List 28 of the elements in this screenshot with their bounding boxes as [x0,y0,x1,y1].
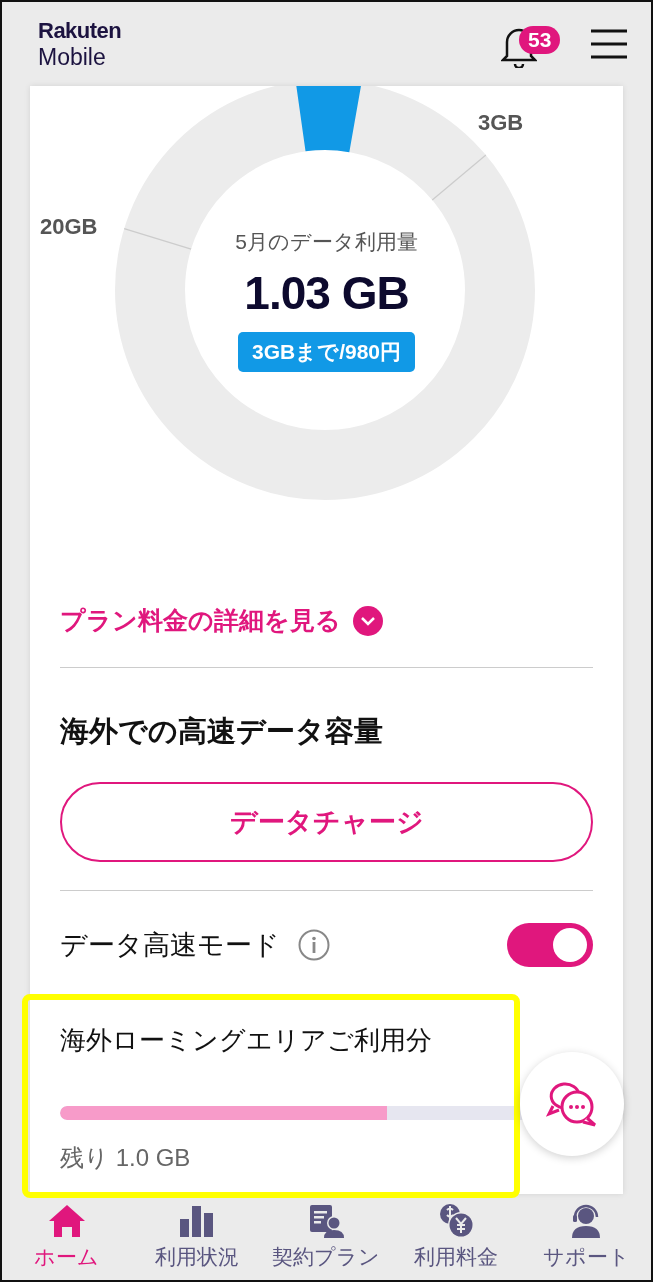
setting-label: データ高速モード [60,929,280,962]
chat-bubbles-icon [545,1080,599,1128]
usage-amount: 1.03 GB [244,266,409,320]
notification-button[interactable]: 53 [501,20,571,68]
logo-text: Rakuten [38,19,122,42]
roaming-title: 海外ローミングエリアご利用分 [60,1024,433,1057]
gauge-label: 20GB [40,214,98,240]
nav-tab[interactable]: ホーム [2,1194,132,1280]
usage-segment [297,86,361,153]
gauge-label: 3GB [478,110,524,136]
plan-details-link[interactable]: プラン料金の詳細を見る [60,604,341,637]
plan-badge: 3GBまで/980円 [237,332,416,372]
tick-line [431,154,487,201]
remaining-text: 残り 1.0 GB [60,1143,192,1173]
usage-caption: 5月のデータ利用量 [235,229,418,255]
notification-badge: 53 [519,26,561,54]
nav-tab[interactable]: 契約プラン [261,1194,392,1280]
chevron-down-icon[interactable] [353,605,383,636]
toggle-switch[interactable] [507,923,593,967]
data-charge-button[interactable]: データチャージ [60,782,593,862]
nav-tab[interactable]: サポート [521,1194,651,1280]
nav-tab[interactable]: 利用料金 [391,1194,522,1280]
logo-subtext: Mobile [38,45,107,69]
tick-line [123,228,192,250]
menu-icon[interactable] [589,28,629,60]
section-heading: 海外での高速データ容量 [60,714,384,749]
info-icon[interactable] [298,929,330,961]
nav-tab[interactable]: 利用状況 [131,1194,262,1280]
